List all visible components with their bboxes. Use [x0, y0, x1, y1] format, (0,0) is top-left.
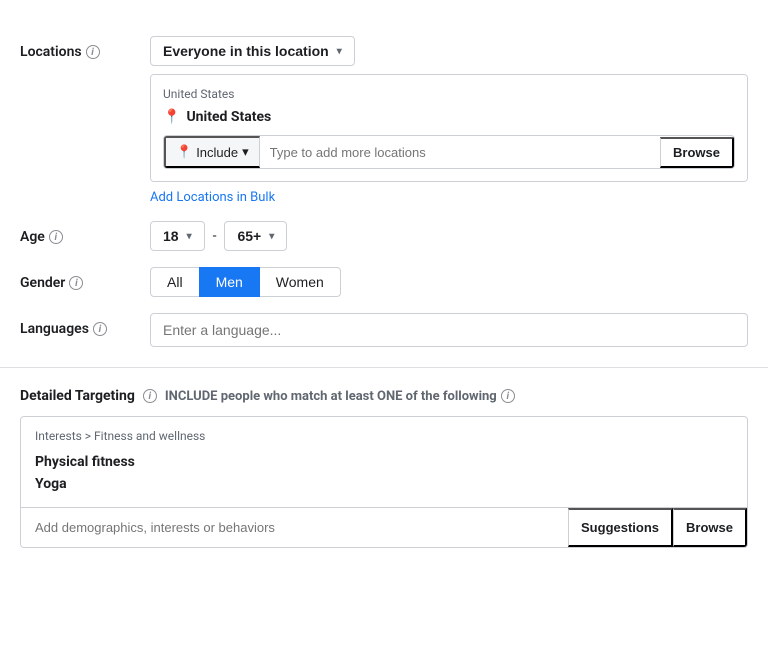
interest-item-yoga: Yoga	[35, 473, 733, 495]
include-dropdown[interactable]: 📍 Include ▾	[164, 136, 260, 168]
locations-content: Everyone in this location ▾ United State…	[150, 36, 748, 205]
languages-row: Languages i	[20, 313, 748, 347]
locations-row: Locations i Everyone in this location ▾ …	[20, 36, 748, 205]
languages-info-icon[interactable]: i	[93, 322, 107, 336]
bulk-locations-link[interactable]: Add Locations in Bulk	[150, 190, 275, 205]
age-min-value: 18	[163, 228, 179, 244]
main-container: Locations i Everyone in this location ▾ …	[0, 0, 768, 588]
pin-icon: 📍	[163, 109, 180, 125]
include-text: INCLUDE people who match at least ONE of…	[165, 389, 497, 404]
age-label-text: Age	[20, 229, 45, 245]
pin-small-icon: 📍	[176, 144, 192, 160]
chevron-down-icon: ▾	[187, 231, 192, 242]
include-label: Include	[196, 145, 238, 160]
age-info-icon[interactable]: i	[49, 230, 63, 244]
age-min-dropdown[interactable]: 18 ▾	[150, 221, 205, 251]
chevron-down-icon: ▾	[337, 46, 342, 57]
detailed-targeting-header: Detailed Targeting i INCLUDE people who …	[20, 388, 748, 404]
languages-content	[150, 313, 748, 347]
chevron-down-icon: ▾	[269, 231, 274, 242]
location-selected-row: 📍 United States	[163, 109, 735, 125]
locations-label-text: Locations	[20, 44, 82, 60]
detailed-targeting-section: Detailed Targeting i INCLUDE people who …	[0, 368, 768, 568]
gender-row: Gender i All Men Women	[20, 267, 748, 297]
location-search-area: United States 📍 United States 📍 Include …	[151, 75, 747, 181]
location-box: United States 📍 United States 📍 Include …	[150, 74, 748, 182]
targeting-browse-button[interactable]: Browse	[673, 508, 747, 547]
gender-label: Gender i	[20, 267, 150, 291]
age-dash: -	[213, 228, 217, 244]
languages-input[interactable]	[150, 313, 748, 347]
gender-all-button[interactable]: All	[150, 267, 200, 297]
age-label: Age i	[20, 221, 150, 245]
age-content: 18 ▾ - 65+ ▾	[150, 221, 748, 251]
targeting-interests: Interests > Fitness and wellness Physica…	[21, 417, 747, 508]
locations-info-icon[interactable]: i	[86, 45, 100, 59]
chevron-down-icon: ▾	[242, 144, 249, 160]
interest-item-physical-fitness: Physical fitness	[35, 451, 733, 473]
detailed-targeting-desc-info-icon[interactable]: i	[501, 389, 515, 403]
selected-location-text: United States	[186, 109, 271, 125]
targeting-box: Interests > Fitness and wellness Physica…	[20, 416, 748, 548]
age-max-dropdown[interactable]: 65+ ▾	[224, 221, 287, 251]
gender-selector: All Men Women	[150, 267, 748, 297]
targeting-search-row: Suggestions Browse	[21, 508, 747, 547]
suggestions-button[interactable]: Suggestions	[568, 508, 673, 547]
gender-men-button[interactable]: Men	[199, 267, 260, 297]
location-browse-button[interactable]: Browse	[660, 137, 734, 168]
gender-content: All Men Women	[150, 267, 748, 297]
detailed-targeting-info-icon[interactable]: i	[143, 389, 157, 403]
location-current-text: United States	[163, 87, 735, 101]
targeting-section: Locations i Everyone in this location ▾ …	[0, 20, 768, 368]
detailed-targeting-label: Detailed Targeting	[20, 388, 135, 404]
languages-label: Languages i	[20, 313, 150, 337]
location-search-input[interactable]	[260, 139, 660, 166]
include-row: 📍 Include ▾ Browse	[163, 135, 735, 169]
gender-women-button[interactable]: Women	[259, 267, 341, 297]
location-type-label: Everyone in this location	[163, 43, 329, 59]
languages-label-text: Languages	[20, 321, 89, 337]
detailed-targeting-desc: INCLUDE people who match at least ONE of…	[165, 389, 515, 404]
gender-info-icon[interactable]: i	[69, 276, 83, 290]
location-type-dropdown[interactable]: Everyone in this location ▾	[150, 36, 355, 66]
age-max-value: 65+	[237, 228, 261, 244]
targeting-search-input[interactable]	[21, 510, 568, 545]
locations-label: Locations i	[20, 36, 150, 60]
age-selector-row: 18 ▾ - 65+ ▾	[150, 221, 748, 251]
interest-path: Interests > Fitness and wellness	[35, 429, 733, 443]
age-row: Age i 18 ▾ - 65+ ▾	[20, 221, 748, 251]
gender-label-text: Gender	[20, 275, 65, 291]
